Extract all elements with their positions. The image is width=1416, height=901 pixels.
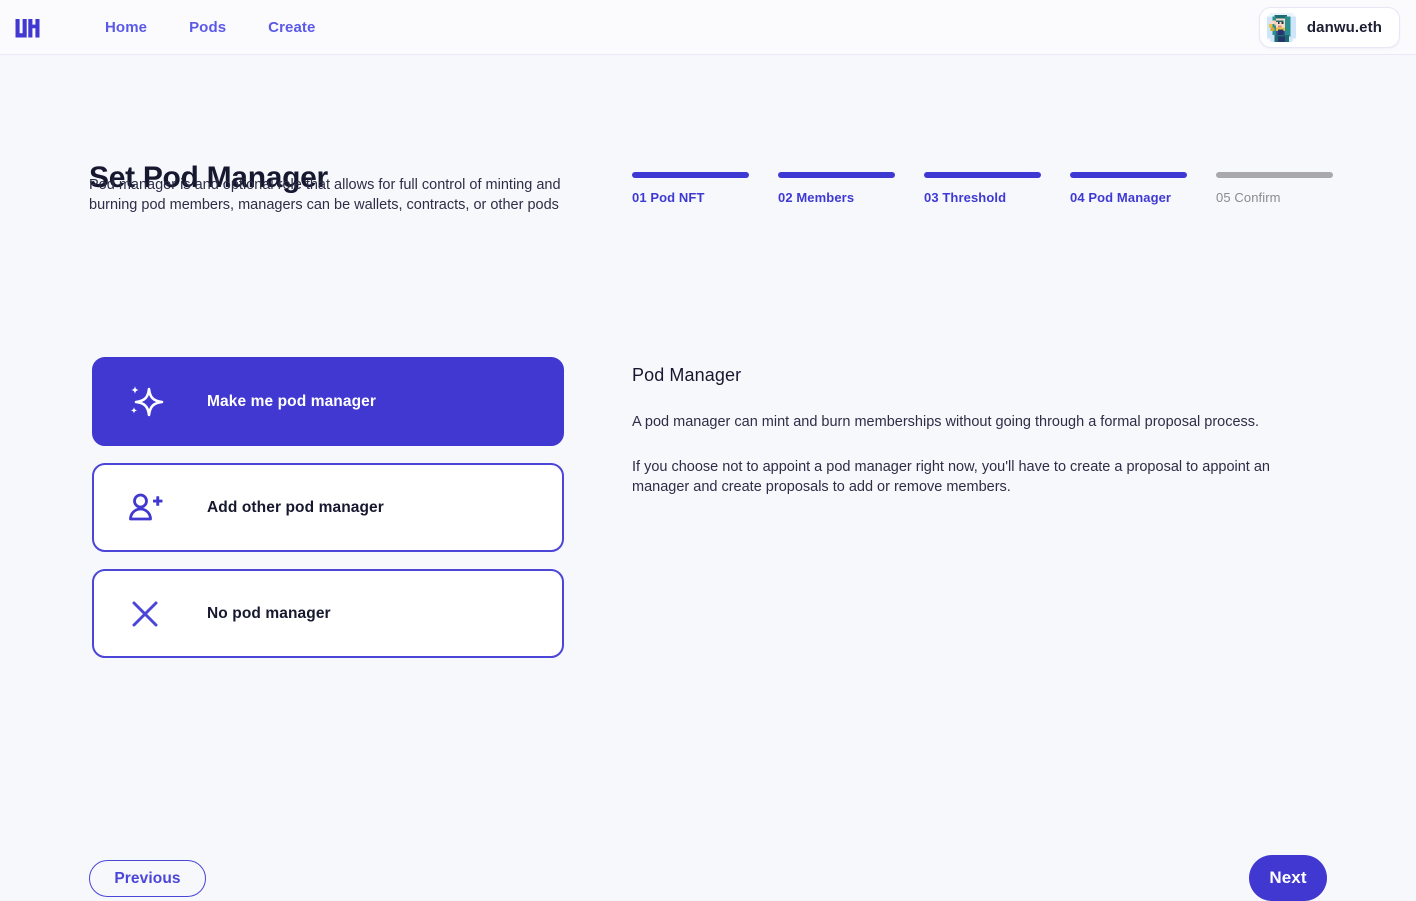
step-bar [1216, 172, 1333, 178]
step-confirm[interactable]: 05 Confirm [1216, 172, 1333, 205]
option-label: No pod manager [207, 604, 331, 622]
app-header: Home Pods Create danwu.eth [0, 0, 1416, 55]
nav-link-home[interactable]: Home [105, 19, 147, 36]
step-label: 04 Pod Manager [1070, 190, 1172, 205]
account-name: danwu.eth [1306, 18, 1382, 36]
account-button[interactable]: danwu.eth [1258, 6, 1400, 48]
sparkle-star-icon [124, 381, 166, 423]
option-make-me-pod-manager[interactable]: Make me pod manager [92, 357, 564, 446]
step-bar [924, 172, 1041, 178]
option-label: Make me pod manager [207, 392, 377, 410]
option-add-other-pod-manager[interactable]: Add other pod manager [92, 463, 564, 552]
step-label: 01 Pod NFT [632, 190, 705, 205]
pod-manager-options: Make me pod manager Add other pod manage… [92, 357, 564, 658]
step-members[interactable]: 02 Members [778, 172, 895, 205]
elf-pixel-avatar [1266, 12, 1296, 42]
modulor-logo-icon[interactable] [10, 10, 44, 44]
step-progress: 01 Pod NFT 02 Members 03 Threshold 04 Po… [632, 172, 1333, 205]
info-title: Pod Manager [632, 365, 742, 385]
page-intro: Pod manager is and optional role that al… [89, 177, 561, 213]
info-paragraph-2: If you choose not to appoint a pod manag… [632, 459, 1270, 495]
info-panel: Pod Manager A pod manager can mint and b… [632, 365, 1302, 497]
main-nav: Home Pods Create [105, 19, 315, 36]
person-add-icon [124, 487, 166, 529]
previous-button[interactable]: Previous [89, 860, 206, 897]
step-bar [632, 172, 749, 178]
step-label: 02 Members [778, 190, 855, 205]
step-bar [778, 172, 895, 178]
next-button[interactable]: Next [1249, 855, 1327, 901]
nav-link-pods[interactable]: Pods [189, 19, 226, 36]
step-label: 05 Confirm [1216, 190, 1281, 205]
option-no-pod-manager[interactable]: No pod manager [92, 569, 564, 658]
nav-link-create[interactable]: Create [268, 19, 315, 36]
step-pod-manager[interactable]: 04 Pod Manager [1070, 172, 1187, 205]
info-paragraph-1: A pod manager can mint and burn membersh… [632, 414, 1260, 430]
close-x-icon [124, 593, 166, 635]
option-label: Add other pod manager [207, 498, 384, 516]
step-label: 03 Threshold [924, 190, 1007, 205]
step-bar [1070, 172, 1187, 178]
step-threshold[interactable]: 03 Threshold [924, 172, 1041, 205]
step-pod-nft[interactable]: 01 Pod NFT [632, 172, 749, 205]
page-body: Set Pod Manager Pod manager is and optio… [0, 55, 1416, 901]
